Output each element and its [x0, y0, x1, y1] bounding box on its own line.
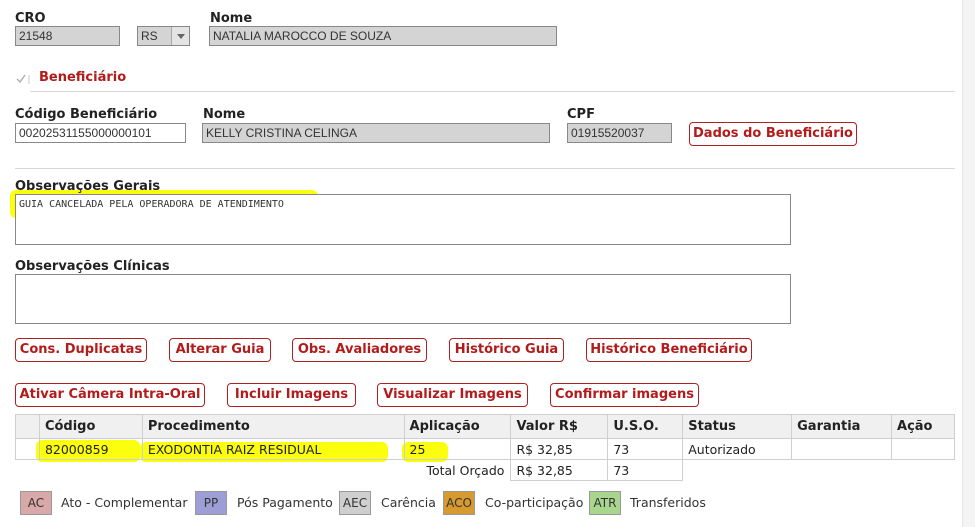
table-header-aplicacao[interactable]: Aplicação — [403, 414, 512, 439]
nome-beneficiario-field[interactable]: KELLY CRISTINA CELINGA — [202, 123, 550, 143]
cro-field[interactable]: 21548 — [15, 26, 120, 46]
table-header-acao[interactable]: Ação — [891, 414, 955, 439]
table-header-valor[interactable]: Valor R$ — [510, 414, 609, 439]
table-header-codigo[interactable]: Código — [38, 414, 143, 439]
confirmar-imagens-button[interactable]: Confirmar imagens — [550, 383, 699, 407]
cro-label: CRO — [15, 11, 46, 26]
legend-badge-ac: AC — [20, 491, 52, 515]
legend-badge-aco: ACO — [443, 491, 475, 515]
legend-badge-aec: AEC — [339, 491, 371, 515]
incluir-imagens-button[interactable]: Incluir Imagens — [227, 383, 356, 407]
collapse-check-icon[interactable] — [15, 72, 35, 86]
table-cell-garantia — [791, 438, 893, 460]
table-total-row: Total Orçado R$ 32,85 73 — [15, 459, 955, 481]
table-cell-codigo: 82000859 — [38, 438, 143, 460]
legend-label-pp: Pós Pagamento — [237, 495, 333, 510]
cons-duplicatas-button[interactable]: Cons. Duplicatas — [15, 338, 147, 362]
cpf-label: CPF — [567, 107, 595, 122]
obs-clinicas-textarea[interactable] — [15, 274, 791, 324]
obs-gerais-textarea[interactable]: GUIA CANCELADA PELA OPERADORA DE ATENDIM… — [15, 194, 791, 245]
legend-badge-atr: ATR — [589, 491, 621, 515]
procedures-table: Código Procedimento Aplicação Valor R$ U… — [15, 414, 955, 481]
section-divider — [30, 91, 955, 92]
dados-beneficiario-button[interactable]: Dados do Beneficiário — [689, 122, 857, 146]
table-cell-uso: 73 — [607, 438, 684, 460]
legend-label-aco: Co-participação — [485, 495, 584, 510]
table-header-status[interactable]: Status — [682, 414, 793, 439]
table-cell-valor: R$ 32,85 — [510, 438, 609, 460]
obs-clinicas-label: Observações Clínicas — [15, 259, 170, 274]
nome-beneficiario-label: Nome — [203, 107, 246, 122]
uf-select[interactable]: RS — [137, 26, 190, 46]
codigo-beneficiario-field[interactable]: 00202531155000000101 — [15, 123, 186, 143]
table-header-row: Código Procedimento Aplicação Valor R$ U… — [15, 414, 955, 439]
table-header-uso[interactable]: U.S.O. — [607, 414, 684, 439]
legend-label-ac: Ato - Complementar — [61, 495, 188, 510]
ativar-camera-button[interactable]: Ativar Câmera Intra-Oral — [15, 383, 205, 407]
nome-profissional-label: Nome — [210, 11, 253, 26]
obs-avaliadores-button[interactable]: Obs. Avaliadores — [292, 338, 427, 362]
legend-badge-pp: PP — [195, 491, 227, 515]
nome-profissional-field[interactable]: NATALIA MAROCCO DE SOUZA — [209, 26, 557, 46]
table-header-spacer — [15, 414, 40, 439]
alterar-guia-button[interactable]: Alterar Guia — [169, 338, 271, 362]
table-cell-procedimento: EXODONTIA RAIZ RESIDUAL — [141, 438, 405, 460]
historico-guia-button[interactable]: Histórico Guia — [449, 338, 564, 362]
total-orcado-label: Total Orçado — [15, 459, 512, 481]
total-valor: R$ 32,85 — [510, 459, 609, 481]
obs-gerais-text: GUIA CANCELADA PELA OPERADORA DE ATENDIM… — [19, 199, 284, 210]
chevron-down-icon — [171, 27, 189, 45]
total-uso: 73 — [607, 459, 684, 481]
obs-gerais-label: Observações Gerais — [15, 179, 161, 194]
vertical-scrollbar[interactable] — [962, 0, 975, 527]
legend-label-atr: Transferidos — [630, 495, 706, 510]
table-cell-status: Autorizado — [682, 438, 793, 460]
table-cell-acao[interactable] — [891, 438, 955, 460]
codigo-beneficiario-label: Código Beneficiário — [15, 107, 158, 122]
historico-beneficiario-button[interactable]: Histórico Beneficiário — [586, 338, 752, 362]
cpf-field[interactable]: 01915520037 — [567, 123, 672, 143]
table-row[interactable]: 82000859 EXODONTIA RAIZ RESIDUAL 25 R$ 3… — [15, 438, 955, 460]
table-header-garantia[interactable]: Garantia — [791, 414, 893, 439]
divider — [15, 168, 955, 169]
table-header-procedimento[interactable]: Procedimento — [141, 414, 405, 439]
total-row-filler — [683, 460, 955, 481]
visualizar-imagens-button[interactable]: Visualizar Imagens — [377, 383, 528, 407]
uf-select-value: RS — [141, 29, 158, 43]
legend-label-aec: Carência — [381, 495, 436, 510]
table-cell-spacer — [15, 438, 40, 460]
table-cell-aplicacao: 25 — [403, 438, 512, 460]
section-title-beneficiario: Beneficiário — [39, 70, 127, 85]
